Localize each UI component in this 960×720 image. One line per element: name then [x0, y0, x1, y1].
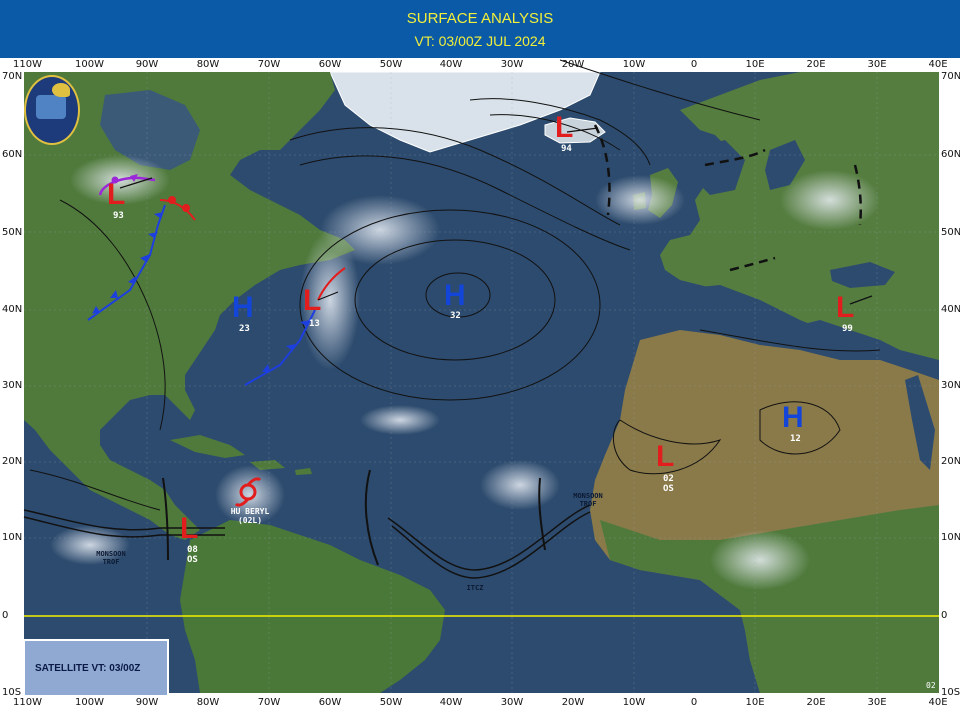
longitude-label: 10E — [745, 697, 765, 708]
latitude-label: 30N — [941, 380, 960, 391]
low-pressure-iceland: L — [555, 111, 574, 144]
longitude-label: 40E — [928, 697, 948, 708]
low-pressure-caribbean: L — [180, 512, 199, 545]
longitude-label: 80W — [196, 59, 220, 70]
low-pressure-atlantic: L — [303, 284, 322, 317]
longitude-label: 60W — [318, 697, 342, 708]
longitude-label: 30E — [867, 59, 887, 70]
latitude-label: 0 — [2, 610, 9, 621]
longitude-label: 70W — [257, 59, 281, 70]
itcz-label: ITCZ — [466, 584, 484, 592]
longitude-label: 10W — [622, 59, 646, 70]
latitude-label: 20N — [941, 456, 960, 467]
corner-code: 02 — [926, 681, 936, 690]
latitude-label: 10N — [941, 532, 960, 543]
latitude-label: 10N — [2, 532, 23, 543]
latitude-label: 70N — [2, 71, 23, 82]
longitude-label: 80W — [196, 697, 220, 708]
longitude-label: 70W — [257, 697, 281, 708]
latitude-label: 60N — [941, 149, 960, 160]
latitude-label: 20N — [2, 456, 23, 467]
pressure-value: 99 — [842, 324, 853, 334]
longitude-label: 30W — [500, 697, 524, 708]
latitude-label: 30N — [2, 380, 23, 391]
latitude-label: 50N — [941, 227, 960, 238]
pressure-value: 93 — [113, 211, 124, 221]
longitude-label: 0 — [690, 59, 698, 70]
satellite-valid-time-box: SATELLITE VT: 03/00Z — [23, 639, 169, 697]
latitude-label: 40N — [941, 304, 960, 315]
longitude-label: 20E — [806, 697, 826, 708]
longitude-label: 50W — [379, 697, 403, 708]
longitude-label: 10E — [745, 59, 765, 70]
latitude-label: 0 — [941, 610, 948, 621]
high-pressure-azores: H — [444, 279, 466, 312]
pressure-value: 02 — [663, 474, 674, 484]
pressure-value: 08 — [187, 545, 198, 555]
valid-time: VT: 03/00Z JUL 2024 — [414, 33, 546, 49]
pressure-detail: OS — [663, 484, 674, 494]
high-pressure-sahara: H — [782, 401, 804, 434]
longitude-label: 40W — [439, 59, 463, 70]
low-pressure-westafrica: L — [656, 440, 675, 473]
satellite-map — [0, 58, 960, 720]
latitude-label: 50N — [2, 227, 23, 238]
longitude-label: 50W — [379, 59, 403, 70]
longitude-label: 10W — [622, 697, 646, 708]
latitude-label: 40N — [2, 304, 23, 315]
satellite-valid-time: SATELLITE VT: 03/00Z — [35, 663, 141, 674]
longitude-label: 20W — [561, 697, 585, 708]
longitude-label: 100W — [75, 59, 104, 70]
longitude-label: 20E — [806, 59, 826, 70]
storm-name: HU BERYL — [230, 507, 270, 516]
latitude-label: 10S — [2, 687, 22, 698]
latitude-label: 70N — [941, 71, 960, 82]
longitude-label: 0 — [690, 697, 698, 708]
longitude-label: 40E — [928, 59, 948, 70]
longitude-label: 90W — [135, 59, 159, 70]
latitude-label: 60N — [2, 149, 23, 160]
pressure-value: 32 — [450, 311, 461, 321]
chart-title: SURFACE ANALYSIS — [406, 10, 554, 27]
monsoon-trough-west-label: MONSOON TROF — [96, 550, 126, 566]
low-pressure-turkey: L — [836, 291, 855, 324]
longitude-label: 90W — [135, 697, 159, 708]
storm-id: (02L) — [237, 516, 263, 525]
pressure-detail: OS — [187, 555, 198, 565]
high-pressure-eastcoast: H — [232, 291, 254, 324]
longitude-label: 30W — [500, 59, 524, 70]
pressure-value: 94 — [561, 144, 572, 154]
fleet-weather-center-logo — [24, 75, 80, 145]
longitude-label: 110W — [13, 697, 42, 708]
longitude-label: 100W — [75, 697, 104, 708]
header-banner: SURFACE ANALYSIS VT: 03/00Z JUL 2024 — [0, 0, 960, 58]
pressure-value: 23 — [239, 324, 250, 334]
longitude-label: 40W — [439, 697, 463, 708]
longitude-label: 20W — [561, 59, 585, 70]
latitude-label: 10S — [941, 687, 960, 698]
hurricane-label: HU BERYL (02L) — [226, 507, 274, 525]
longitude-label: 60W — [318, 59, 342, 70]
pressure-value: 13 — [309, 319, 320, 329]
longitude-label: 30E — [867, 697, 887, 708]
monsoon-trough-east-label: MONSOON TROF — [573, 492, 603, 508]
longitude-label: 110W — [13, 59, 42, 70]
pressure-value: 12 — [790, 434, 801, 444]
low-pressure-canada: L — [107, 178, 126, 211]
